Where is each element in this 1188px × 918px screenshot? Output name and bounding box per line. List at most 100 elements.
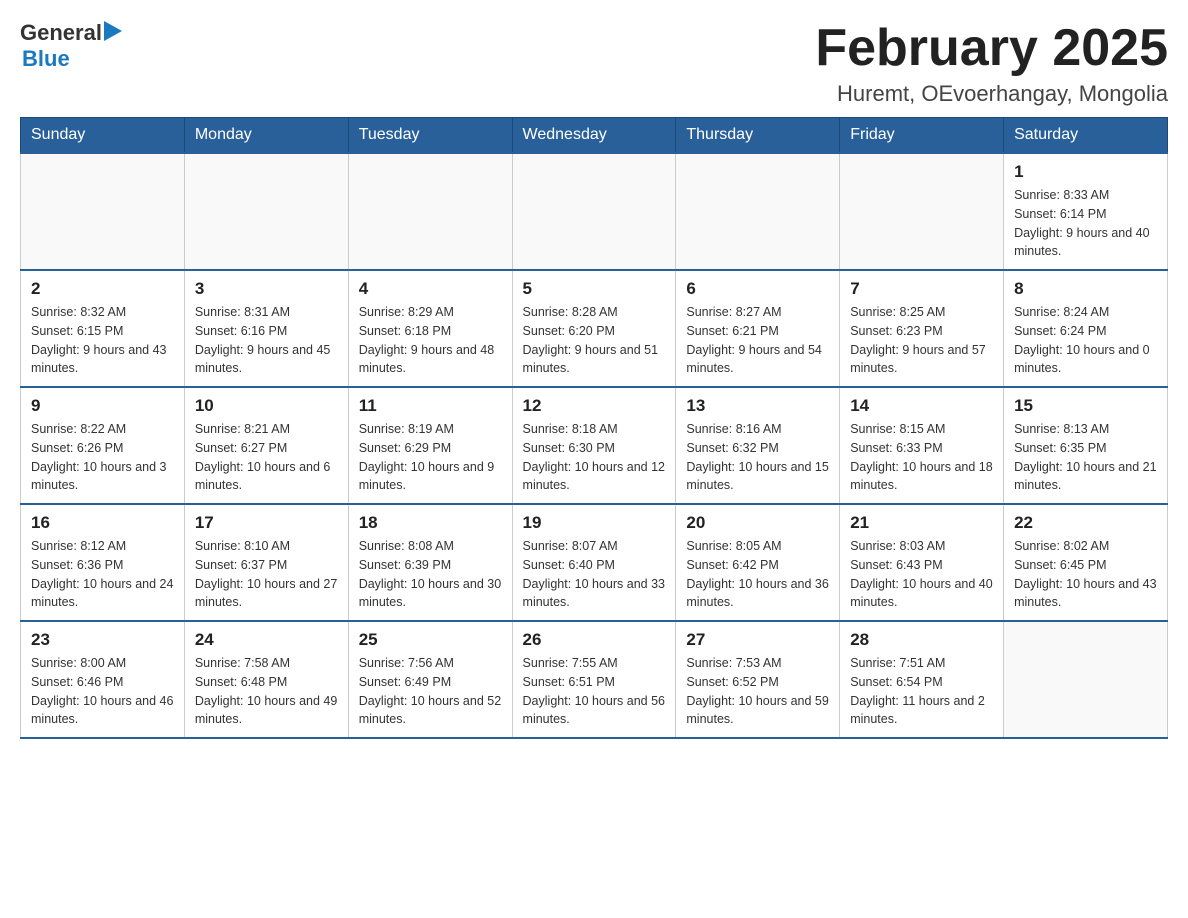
calendar-week-row: 23Sunrise: 8:00 AM Sunset: 6:46 PM Dayli… — [21, 621, 1168, 738]
calendar-cell: 27 Sunrise: 7:53 AM Sunset: 6:52 PM Dayli… — [676, 621, 840, 738]
calendar-cell: 22Sunrise: 8:02 AM Sunset: 6:45 PM Dayli… — [1004, 504, 1168, 621]
day-number: 24 — [195, 630, 338, 650]
calendar-cell: 18 Sunrise: 8:08 AM Sunset: 6:39 PM Dayli… — [348, 504, 512, 621]
location-subtitle: Huremt, OEvoerhangay, Mongolia — [815, 81, 1168, 107]
day-number: 9 — [31, 396, 174, 416]
calendar-cell: 28 Sunrise: 7:51 AM Sunset: 6:54 PM Dayli… — [840, 621, 1004, 738]
day-number: 20 — [686, 513, 829, 533]
calendar-cell — [21, 153, 185, 270]
day-number: 18 — [359, 513, 502, 533]
calendar-cell — [676, 153, 840, 270]
day-info: Sunrise: 7:56 AM Sunset: 6:49 PM Dayligh… — [359, 654, 502, 729]
calendar-week-row: 2 Sunrise: 8:32 AM Sunset: 6:15 PM Daylig… — [21, 270, 1168, 387]
calendar-cell: 4 Sunrise: 8:29 AM Sunset: 6:18 PM Daylig… — [348, 270, 512, 387]
day-info: Sunrise: 8:19 AM Sunset: 6:29 PM Dayligh… — [359, 420, 502, 495]
day-info: Sunrise: 7:51 AM Sunset: 6:54 PM Dayligh… — [850, 654, 993, 729]
calendar-cell: 20Sunrise: 8:05 AM Sunset: 6:42 PM Dayli… — [676, 504, 840, 621]
day-of-week-header: Wednesday — [512, 118, 676, 154]
day-number: 13 — [686, 396, 829, 416]
day-info: Sunrise: 8:24 AM Sunset: 6:24 PM Dayligh… — [1014, 303, 1157, 378]
day-number: 19 — [523, 513, 666, 533]
day-number: 21 — [850, 513, 993, 533]
day-of-week-header: Friday — [840, 118, 1004, 154]
calendar-cell: 21 Sunrise: 8:03 AM Sunset: 6:43 PM Dayli… — [840, 504, 1004, 621]
day-info: Sunrise: 8:22 AM Sunset: 6:26 PM Dayligh… — [31, 420, 174, 495]
day-number: 12 — [523, 396, 666, 416]
day-number: 16 — [31, 513, 174, 533]
day-info: Sunrise: 8:07 AM Sunset: 6:40 PM Dayligh… — [523, 537, 666, 612]
calendar-cell — [1004, 621, 1168, 738]
calendar-cell: 14 Sunrise: 8:15 AM Sunset: 6:33 PM Dayli… — [840, 387, 1004, 504]
day-info: Sunrise: 8:08 AM Sunset: 6:39 PM Dayligh… — [359, 537, 502, 612]
day-info: Sunrise: 8:31 AM Sunset: 6:16 PM Dayligh… — [195, 303, 338, 378]
calendar-cell: 11 Sunrise: 8:19 AM Sunset: 6:29 PM Dayli… — [348, 387, 512, 504]
page-header: General Blue February 2025 Huremt, OEvoe… — [20, 20, 1168, 107]
calendar-cell: 16 Sunrise: 8:12 AM Sunset: 6:36 PM Dayli… — [21, 504, 185, 621]
calendar-cell: 3 Sunrise: 8:31 AM Sunset: 6:16 PM Daylig… — [184, 270, 348, 387]
day-info: Sunrise: 8:32 AM Sunset: 6:15 PM Dayligh… — [31, 303, 174, 378]
calendar-cell — [840, 153, 1004, 270]
day-of-week-header: Sunday — [21, 118, 185, 154]
calendar-cell: 5Sunrise: 8:28 AM Sunset: 6:20 PM Daylig… — [512, 270, 676, 387]
day-info: Sunrise: 8:21 AM Sunset: 6:27 PM Dayligh… — [195, 420, 338, 495]
day-number: 14 — [850, 396, 993, 416]
logo-arrow-icon — [104, 21, 122, 41]
day-number: 22 — [1014, 513, 1157, 533]
calendar-cell: 25 Sunrise: 7:56 AM Sunset: 6:49 PM Dayli… — [348, 621, 512, 738]
day-number: 6 — [686, 279, 829, 299]
logo-general-text: General — [20, 20, 102, 46]
day-number: 7 — [850, 279, 993, 299]
day-info: Sunrise: 8:13 AM Sunset: 6:35 PM Dayligh… — [1014, 420, 1157, 495]
calendar-cell: 10Sunrise: 8:21 AM Sunset: 6:27 PM Dayli… — [184, 387, 348, 504]
calendar-cell — [184, 153, 348, 270]
day-number: 28 — [850, 630, 993, 650]
day-number: 3 — [195, 279, 338, 299]
month-title: February 2025 — [815, 20, 1168, 77]
day-info: Sunrise: 8:29 AM Sunset: 6:18 PM Dayligh… — [359, 303, 502, 378]
calendar-cell: 9 Sunrise: 8:22 AM Sunset: 6:26 PM Daylig… — [21, 387, 185, 504]
day-info: Sunrise: 8:27 AM Sunset: 6:21 PM Dayligh… — [686, 303, 829, 378]
day-info: Sunrise: 8:18 AM Sunset: 6:30 PM Dayligh… — [523, 420, 666, 495]
calendar-cell: 26 Sunrise: 7:55 AM Sunset: 6:51 PM Dayli… — [512, 621, 676, 738]
day-number: 5 — [523, 279, 666, 299]
day-info: Sunrise: 8:25 AM Sunset: 6:23 PM Dayligh… — [850, 303, 993, 378]
calendar-cell: 7 Sunrise: 8:25 AM Sunset: 6:23 PM Daylig… — [840, 270, 1004, 387]
day-info: Sunrise: 8:12 AM Sunset: 6:36 PM Dayligh… — [31, 537, 174, 612]
day-info: Sunrise: 7:58 AM Sunset: 6:48 PM Dayligh… — [195, 654, 338, 729]
day-of-week-header: Thursday — [676, 118, 840, 154]
day-info: Sunrise: 8:10 AM Sunset: 6:37 PM Dayligh… — [195, 537, 338, 612]
calendar-table: SundayMondayTuesdayWednesdayThursdayFrid… — [20, 117, 1168, 739]
day-number: 2 — [31, 279, 174, 299]
day-number: 1 — [1014, 162, 1157, 182]
calendar-cell — [348, 153, 512, 270]
day-of-week-header: Saturday — [1004, 118, 1168, 154]
calendar-cell: 24 Sunrise: 7:58 AM Sunset: 6:48 PM Dayli… — [184, 621, 348, 738]
calendar-week-row: 1 Sunrise: 8:33 AM Sunset: 6:14 PM Daylig… — [21, 153, 1168, 270]
day-number: 25 — [359, 630, 502, 650]
day-info: Sunrise: 7:53 AM Sunset: 6:52 PM Dayligh… — [686, 654, 829, 729]
day-number: 11 — [359, 396, 502, 416]
day-number: 17 — [195, 513, 338, 533]
day-number: 8 — [1014, 279, 1157, 299]
day-of-week-header: Monday — [184, 118, 348, 154]
logo: General Blue — [20, 20, 122, 72]
day-number: 15 — [1014, 396, 1157, 416]
day-number: 23 — [31, 630, 174, 650]
calendar-cell: 19 Sunrise: 8:07 AM Sunset: 6:40 PM Dayli… — [512, 504, 676, 621]
calendar-week-row: 16 Sunrise: 8:12 AM Sunset: 6:36 PM Dayli… — [21, 504, 1168, 621]
day-of-week-header: Tuesday — [348, 118, 512, 154]
calendar-week-row: 9 Sunrise: 8:22 AM Sunset: 6:26 PM Daylig… — [21, 387, 1168, 504]
calendar-cell: 8 Sunrise: 8:24 AM Sunset: 6:24 PM Daylig… — [1004, 270, 1168, 387]
day-number: 26 — [523, 630, 666, 650]
day-number: 27 — [686, 630, 829, 650]
logo-blue-text: Blue — [22, 46, 70, 72]
day-info: Sunrise: 8:03 AM Sunset: 6:43 PM Dayligh… — [850, 537, 993, 612]
day-number: 4 — [359, 279, 502, 299]
calendar-cell — [512, 153, 676, 270]
day-info: Sunrise: 8:33 AM Sunset: 6:14 PM Dayligh… — [1014, 186, 1157, 261]
day-info: Sunrise: 8:15 AM Sunset: 6:33 PM Dayligh… — [850, 420, 993, 495]
calendar-cell: 23Sunrise: 8:00 AM Sunset: 6:46 PM Dayli… — [21, 621, 185, 738]
calendar-cell: 6 Sunrise: 8:27 AM Sunset: 6:21 PM Daylig… — [676, 270, 840, 387]
calendar-cell: 13Sunrise: 8:16 AM Sunset: 6:32 PM Dayli… — [676, 387, 840, 504]
day-info: Sunrise: 7:55 AM Sunset: 6:51 PM Dayligh… — [523, 654, 666, 729]
